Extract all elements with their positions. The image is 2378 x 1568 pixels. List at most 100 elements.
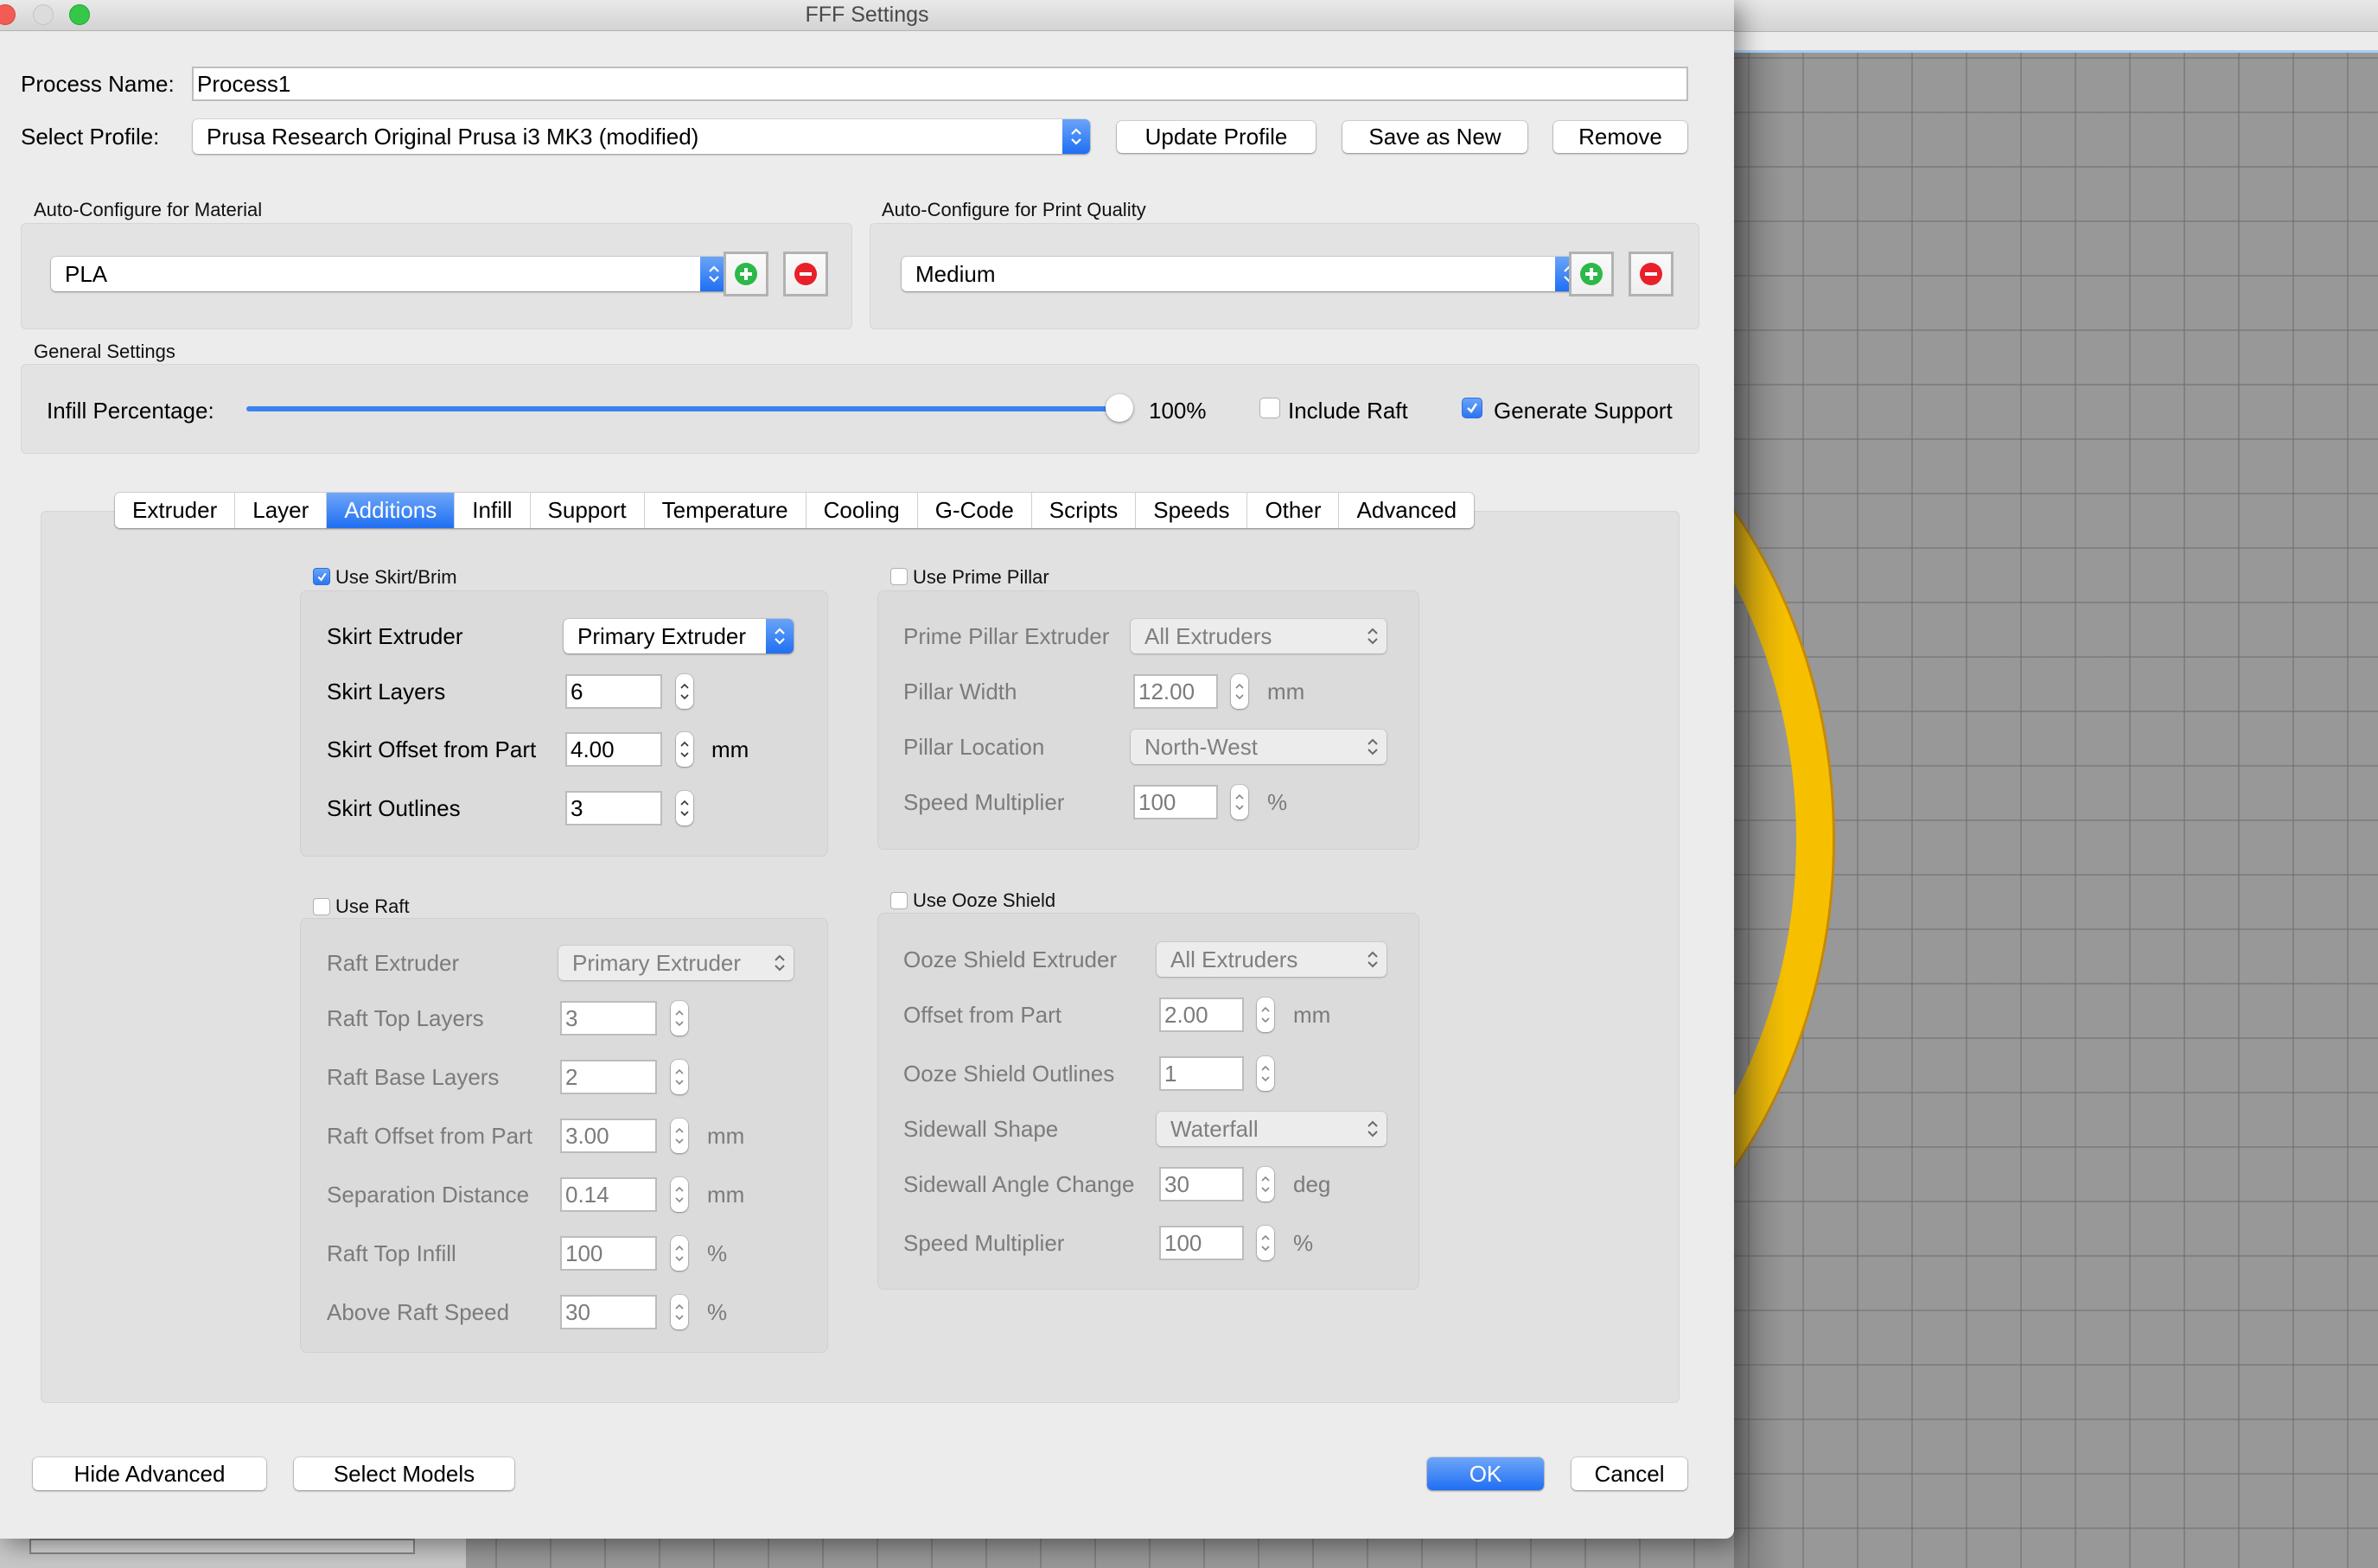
left-panel-field — [29, 1539, 415, 1554]
infill-slider-knob[interactable] — [1106, 394, 1133, 422]
pillar-speed-input[interactable]: 100 — [1133, 785, 1218, 819]
skirt-extruder-select[interactable]: Primary Extruder — [564, 619, 794, 653]
raft-offset-unit: mm — [707, 1123, 745, 1149]
above-raft-speed-unit: % — [707, 1299, 728, 1325]
material-group: PLA — [21, 223, 852, 329]
ooze-offset-input[interactable]: 2.00 — [1159, 998, 1244, 1032]
raft-offset-stepper[interactable] — [671, 1119, 688, 1153]
sidewall-shape-select[interactable]: Waterfall — [1157, 1112, 1387, 1146]
skirt-outlines-stepper[interactable] — [676, 791, 693, 825]
tab-infill[interactable]: Infill — [455, 493, 531, 528]
raft-base-layers-stepper[interactable] — [671, 1060, 688, 1094]
pillar-speed-stepper[interactable] — [1231, 785, 1248, 819]
update-profile-button[interactable]: Update Profile — [1117, 121, 1316, 153]
skirt-layers-input[interactable]: 6 — [565, 674, 662, 709]
skirt-group: Skirt Extruder Primary Extruder Skirt La… — [300, 590, 828, 857]
use-prime-pillar-checkbox[interactable] — [890, 568, 908, 585]
infill-slider-track[interactable] — [246, 406, 1119, 411]
ooze-extruder-select[interactable]: All Extruders — [1157, 942, 1387, 977]
pillar-width-unit: mm — [1267, 679, 1305, 704]
raft-top-infill-label: Raft Top Infill — [327, 1240, 456, 1266]
select-profile-label: Select Profile: — [21, 124, 160, 150]
pillar-speed-label: Speed Multiplier — [903, 789, 1065, 815]
stepper-arrows-icon — [1261, 1065, 1270, 1082]
tab-scripts[interactable]: Scripts — [1032, 493, 1137, 528]
hide-advanced-button[interactable]: Hide Advanced — [33, 1457, 266, 1490]
save-as-new-button[interactable]: Save as New — [1342, 121, 1527, 153]
add-material-button[interactable] — [724, 252, 768, 296]
select-models-button[interactable]: Select Models — [294, 1457, 514, 1490]
skirt-offset-stepper[interactable] — [676, 732, 693, 767]
raft-offset-input[interactable]: 3.00 — [560, 1119, 657, 1153]
raft-top-layers-input[interactable]: 3 — [560, 1001, 657, 1036]
ooze-extruder-label: Ooze Shield Extruder — [903, 947, 1118, 972]
skirt-offset-input[interactable]: 4.00 — [565, 732, 662, 767]
prime-pillar-extruder-select[interactable]: All Extruders — [1131, 619, 1387, 653]
include-raft-checkbox[interactable] — [1259, 398, 1280, 418]
raft-extruder-label: Raft Extruder — [327, 950, 460, 976]
tab-extruder[interactable]: Extruder — [115, 493, 236, 528]
tab-additions[interactable]: Additions — [327, 493, 456, 528]
use-skirt-checkbox[interactable] — [313, 568, 330, 585]
tab-other[interactable]: Other — [1247, 493, 1340, 528]
raft-base-layers-input[interactable]: 2 — [560, 1060, 657, 1094]
material-group-label: Auto-Configure for Material — [34, 199, 263, 220]
generate-support-checkbox[interactable] — [1462, 398, 1482, 418]
raft-extruder-select[interactable]: Primary Extruder — [558, 946, 794, 980]
above-raft-speed-input[interactable]: 30 — [560, 1295, 657, 1329]
cancel-button[interactable]: Cancel — [1572, 1457, 1687, 1490]
material-select[interactable]: PLA — [51, 257, 728, 291]
generate-support-label: Generate Support — [1494, 398, 1673, 424]
separation-distance-input[interactable]: 0.14 — [560, 1177, 657, 1212]
tab-layer[interactable]: Layer — [235, 493, 328, 528]
add-quality-button[interactable] — [1569, 252, 1614, 296]
profile-select[interactable]: Prusa Research Original Prusa i3 MK3 (mo… — [193, 119, 1090, 154]
separation-distance-stepper[interactable] — [671, 1177, 688, 1212]
prime-pillar-extruder-value: All Extruders — [1144, 622, 1272, 649]
pillar-width-stepper[interactable] — [1231, 674, 1248, 709]
sidewall-angle-stepper[interactable] — [1257, 1167, 1274, 1201]
tab-advanced[interactable]: Advanced — [1339, 493, 1474, 528]
remove-material-button[interactable] — [783, 252, 828, 296]
raft-top-infill-stepper[interactable] — [671, 1236, 688, 1271]
process-name-input[interactable]: Process1 — [192, 67, 1688, 101]
minus-circle-icon — [794, 263, 817, 285]
raft-top-infill-input[interactable]: 100 — [560, 1236, 657, 1271]
ok-button[interactable]: OK — [1427, 1457, 1544, 1490]
sidewall-shape-label: Sidewall Shape — [903, 1116, 1059, 1142]
process-name-label: Process Name: — [21, 71, 175, 97]
above-raft-speed-stepper[interactable] — [671, 1295, 688, 1329]
stepper-arrows-icon — [675, 1186, 684, 1203]
tab-g-code[interactable]: G-Code — [918, 493, 1032, 528]
ooze-outlines-input[interactable]: 1 — [1159, 1056, 1244, 1091]
tab-support[interactable]: Support — [531, 493, 645, 528]
general-settings-label: General Settings — [34, 341, 175, 362]
use-ooze-shield-checkbox[interactable] — [890, 892, 908, 909]
settings-tabs: Extruder Layer Additions Infill Support Tempe… — [115, 493, 1475, 528]
ooze-speed-input[interactable]: 100 — [1159, 1226, 1244, 1260]
sidewall-angle-input[interactable]: 30 — [1159, 1167, 1244, 1201]
remove-profile-button[interactable]: Remove — [1553, 121, 1687, 153]
sidewall-shape-value: Waterfall — [1170, 1115, 1259, 1142]
raft-base-layers-label: Raft Base Layers — [327, 1064, 500, 1090]
ooze-offset-stepper[interactable] — [1257, 998, 1274, 1032]
remove-quality-button[interactable] — [1629, 252, 1674, 296]
use-raft-checkbox[interactable] — [313, 898, 330, 915]
ooze-speed-label: Speed Multiplier — [903, 1230, 1065, 1256]
tab-speeds[interactable]: Speeds — [1136, 493, 1248, 528]
tab-cooling[interactable]: Cooling — [806, 493, 918, 528]
chevron-up-down-icon — [1359, 730, 1387, 764]
tab-temperature[interactable]: Temperature — [645, 493, 806, 528]
ooze-speed-stepper[interactable] — [1257, 1226, 1274, 1260]
skirt-layers-stepper[interactable] — [676, 674, 693, 709]
raft-top-layers-label: Raft Top Layers — [327, 1005, 484, 1031]
raft-top-layers-stepper[interactable] — [671, 1001, 688, 1036]
pillar-location-select[interactable]: North-West — [1131, 730, 1387, 764]
stepper-arrows-icon — [675, 1303, 684, 1321]
ooze-outlines-stepper[interactable] — [1257, 1056, 1274, 1091]
prime-pillar-group: Prime Pillar Extruder All Extruders Pill… — [877, 590, 1419, 850]
stepper-arrows-icon — [1261, 1176, 1270, 1193]
pillar-width-input[interactable]: 12.00 — [1133, 674, 1218, 709]
quality-select[interactable]: Medium — [902, 257, 1583, 291]
skirt-outlines-input[interactable]: 3 — [565, 791, 662, 825]
